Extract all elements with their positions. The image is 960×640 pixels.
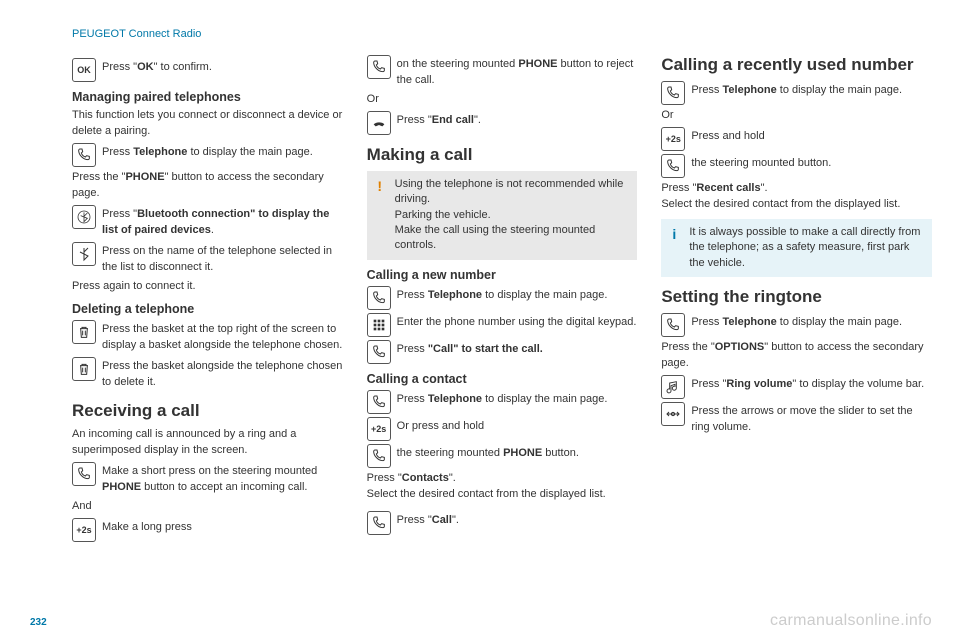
recent-title: Calling a recently used number xyxy=(661,55,932,75)
page-header: PEUGEOT Connect Radio xyxy=(72,28,201,40)
recent-select: Select the desired contact from the disp… xyxy=(661,197,932,213)
ringtone-l1: Press Telephone to display the main page… xyxy=(691,313,932,331)
hold-2s-icon: +2s xyxy=(367,417,391,441)
keypad-icon xyxy=(367,313,391,337)
ok-icon: OK xyxy=(72,58,96,82)
newnum-l3: Press "Call" to start the call. xyxy=(397,340,638,358)
managing-again: Press again to connect it. xyxy=(72,279,343,295)
phone-handset-icon xyxy=(367,340,391,364)
info-callout: i It is always possible to make a call d… xyxy=(661,219,932,277)
bluetooth-circle-icon xyxy=(72,205,96,229)
contact-select: Select the desired contact from the disp… xyxy=(367,487,638,503)
phone-handset-icon xyxy=(367,444,391,468)
trash-icon xyxy=(72,357,96,381)
newnum-l1: Press Telephone to display the main page… xyxy=(397,286,638,304)
contact-l3: the steering mounted PHONE button. xyxy=(397,444,638,462)
reject-line: on the steering mounted PHONE button to … xyxy=(397,55,638,89)
ringtone-title: Setting the ringtone xyxy=(661,287,932,307)
phone-handset-icon xyxy=(661,81,685,105)
newnum-l2: Enter the phone number using the digital… xyxy=(397,313,638,331)
slider-arrows-icon xyxy=(661,402,685,426)
contact-contacts: Press "Contacts". xyxy=(367,471,638,487)
managing-bt: Press "Bluetooth connection" to display … xyxy=(102,205,343,239)
ringtone-l2: Press "Ring volume" to display the volum… xyxy=(691,375,932,393)
recent-l3: the steering mounted button. xyxy=(691,154,932,172)
ringtone-l3: Press the arrows or move the slider to s… xyxy=(691,402,932,436)
trash-icon xyxy=(72,320,96,344)
endcall-text: Press "End call". xyxy=(397,111,638,129)
newnum-title: Calling a new number xyxy=(367,268,638,282)
contact-title: Calling a contact xyxy=(367,372,638,386)
recent-l1: Press Telephone to display the main page… xyxy=(691,81,932,99)
warning-icon: ! xyxy=(373,177,387,254)
warning-callout: ! Using the telephone is not recommended… xyxy=(367,171,638,260)
phone-handset-icon xyxy=(367,511,391,535)
phone-handset-icon xyxy=(72,462,96,486)
receiving-title: Receiving a call xyxy=(72,401,343,421)
music-note-icon xyxy=(661,375,685,399)
phone-handset-icon xyxy=(367,55,391,79)
phone-handset-icon xyxy=(367,390,391,414)
contact-l2: Or press and hold xyxy=(397,417,638,435)
bluetooth-icon xyxy=(72,242,96,266)
managing-select: Press on the name of the telephone selec… xyxy=(102,242,343,276)
phone-handset-icon xyxy=(72,143,96,167)
receiving-intro: An incoming call is announced by a ring … xyxy=(72,427,343,459)
warning-text: Using the telephone is not recommended w… xyxy=(395,177,632,254)
phone-handset-icon xyxy=(661,154,685,178)
call-line: Press "Call". xyxy=(397,511,638,529)
phone-handset-icon xyxy=(367,286,391,310)
hold-2s-icon: +2s xyxy=(661,127,685,151)
recent-or: Or xyxy=(661,108,932,124)
hangup-icon xyxy=(367,111,391,135)
page-number: 232 xyxy=(30,617,47,628)
phone-handset-icon xyxy=(661,313,685,337)
contact-l1: Press Telephone to display the main page… xyxy=(397,390,638,408)
receiving-short: Make a short press on the steering mount… xyxy=(102,462,343,496)
receiving-and: And xyxy=(72,499,343,515)
watermark: carmanualsonline.info xyxy=(770,612,932,630)
recent-calls: Press "Recent calls". xyxy=(661,181,932,197)
recent-l2: Press and hold xyxy=(691,127,932,145)
info-text: It is always possible to make a call dir… xyxy=(689,225,926,271)
info-icon: i xyxy=(667,225,681,271)
managing-title: Managing paired telephones xyxy=(72,90,343,104)
deleting-l2: Press the basket alongside the telephone… xyxy=(102,357,343,391)
making-title: Making a call xyxy=(367,145,638,165)
managing-intro: This function lets you connect or discon… xyxy=(72,108,343,140)
managing-tel: Press Telephone to display the main page… xyxy=(102,143,343,161)
managing-phonebtn: Press the "PHONE" button to access the s… xyxy=(72,170,343,202)
content-columns: OK Press "OK" to confirm. Managing paire… xyxy=(72,55,932,600)
hold-2s-icon: +2s xyxy=(72,518,96,542)
ok-text: Press "OK" to confirm. xyxy=(102,58,343,76)
or-text: Or xyxy=(367,92,638,108)
receiving-long: Make a long press xyxy=(102,518,343,536)
ringtone-options: Press the "OPTIONS" button to access the… xyxy=(661,340,932,372)
deleting-title: Deleting a telephone xyxy=(72,302,343,316)
deleting-l1: Press the basket at the top right of the… xyxy=(102,320,343,354)
